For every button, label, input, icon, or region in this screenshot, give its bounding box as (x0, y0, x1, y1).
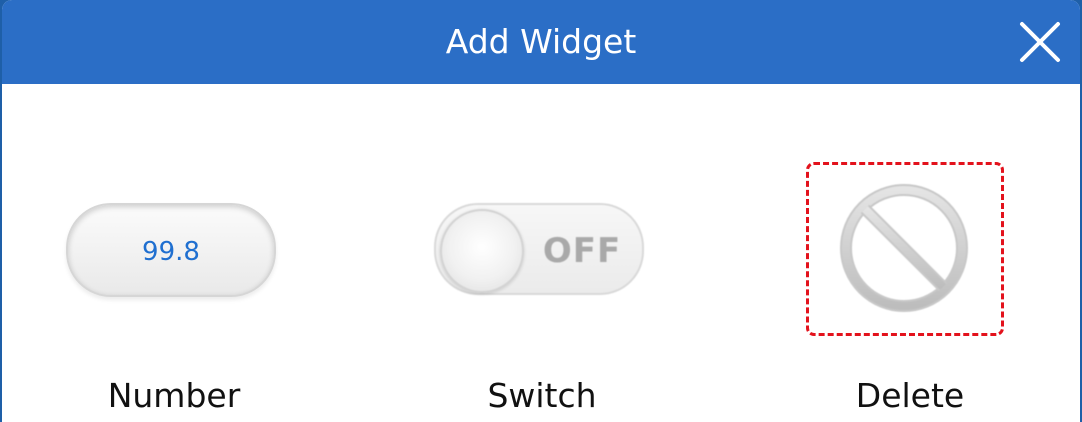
widget-number[interactable]: 99.8 (64, 200, 276, 300)
switch-widget-label: Switch (487, 376, 597, 415)
number-preview-value: 99.8 (142, 237, 200, 267)
widget-switch[interactable]: OFF (432, 200, 646, 300)
close-button[interactable] (1014, 16, 1066, 68)
dialog-titlebar: Add Widget (2, 0, 1080, 84)
close-icon (1020, 22, 1060, 62)
switch-knob (440, 209, 524, 293)
prohibited-icon (840, 184, 968, 312)
number-widget-preview: 99.8 (66, 203, 276, 297)
delete-widget-label: Delete (855, 376, 965, 415)
widget-delete[interactable] (806, 162, 1004, 336)
switch-state-text: OFF (542, 231, 622, 271)
number-widget-label: Number (107, 376, 241, 415)
switch-widget-preview: OFF (434, 203, 644, 295)
dialog-title: Add Widget (445, 22, 637, 61)
add-widget-dialog: Add Widget 99.8 OFF Number Switch Delete (2, 0, 1080, 422)
